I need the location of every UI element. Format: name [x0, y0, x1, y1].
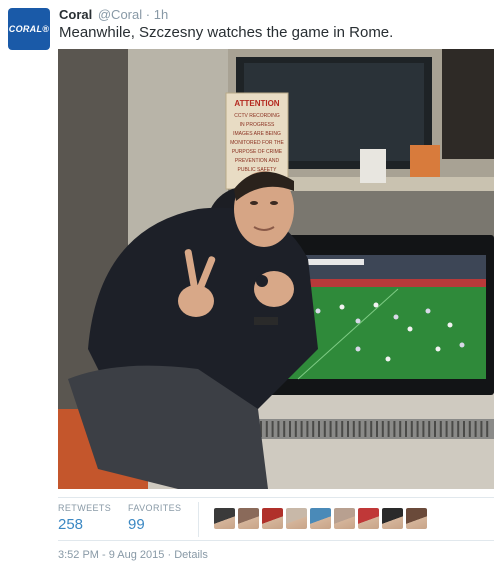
- vent-slat: [428, 421, 431, 437]
- ok-hand-ring: [256, 275, 268, 287]
- vent-slat: [445, 421, 448, 437]
- user-avatar-9[interactable]: [406, 508, 427, 529]
- vent-slat: [289, 421, 291, 437]
- vent-slat: [434, 421, 436, 437]
- favorites-stat[interactable]: FAVORITES 99: [128, 503, 181, 533]
- vent-slat: [451, 421, 454, 437]
- tv-player: [373, 302, 379, 308]
- vent-slat: [416, 421, 419, 437]
- tv-player: [339, 304, 345, 310]
- user-avatar-4[interactable]: [286, 508, 307, 529]
- tv-player: [355, 318, 361, 324]
- favorites-label: FAVORITES: [128, 503, 182, 513]
- retweets-label: RETWEETS: [58, 503, 112, 513]
- tv-player: [447, 322, 453, 328]
- tweet-card: CORAL® Coral @Coral · 1h Meanwhile, Szcz…: [0, 0, 500, 569]
- account-handle[interactable]: @Coral: [98, 7, 142, 22]
- person-eye-right: [270, 201, 278, 205]
- account-name[interactable]: Coral: [59, 7, 92, 22]
- tv-player: [385, 356, 391, 362]
- vent-slat: [358, 421, 361, 437]
- vent-slat: [294, 421, 297, 437]
- sign-line: CCTV RECORDING: [234, 113, 280, 119]
- vent-slat: [463, 421, 465, 437]
- tv-player: [435, 346, 441, 352]
- tv-player: [315, 308, 321, 314]
- user-avatar-8[interactable]: [382, 508, 403, 529]
- vent-slat: [393, 421, 396, 437]
- favoriter-avatars: [214, 508, 427, 529]
- tweet-header: Coral @Coral · 1h: [59, 7, 168, 22]
- vent-slat: [323, 421, 326, 437]
- person-eye-left: [250, 201, 258, 205]
- vent-slat: [341, 421, 344, 437]
- vent-slat: [300, 421, 303, 437]
- vent-slat: [312, 421, 315, 437]
- tweet-time[interactable]: 1h: [154, 7, 168, 22]
- avatar-logo-text: CORAL®: [8, 24, 50, 34]
- vent-slat: [335, 421, 338, 437]
- tweet-timestamp[interactable]: 3:52 PM - 9 Aug 2015: [58, 549, 164, 561]
- vent-slat: [474, 421, 477, 437]
- orange-object: [410, 145, 440, 177]
- vent-slat: [329, 421, 332, 437]
- sign-line: MONITORED FOR THE: [230, 140, 284, 146]
- user-avatar-2[interactable]: [238, 508, 259, 529]
- sign-line: IMAGES ARE BEING: [233, 131, 281, 137]
- account-avatar[interactable]: CORAL®: [8, 8, 50, 50]
- user-avatar-6[interactable]: [334, 508, 355, 529]
- footer-separator: ·: [167, 549, 172, 561]
- vent-slat: [480, 421, 483, 437]
- vent-slat: [399, 421, 402, 437]
- vent-slat: [486, 421, 489, 437]
- user-avatar-3[interactable]: [262, 508, 283, 529]
- vent-slat: [387, 421, 390, 437]
- vent-slat: [468, 421, 471, 437]
- vent-slat: [364, 421, 367, 437]
- retweets-count: 258: [58, 516, 84, 533]
- tv-player: [393, 314, 399, 320]
- shelf: [288, 177, 494, 191]
- retweets-stat[interactable]: RETWEETS 258: [58, 503, 111, 533]
- details-link[interactable]: Details: [174, 549, 208, 561]
- tv-player: [425, 308, 431, 314]
- vent-slat: [370, 421, 373, 437]
- photo-scene: ATTENTION CCTV RECORDING IN PROGRESS IMAGE…: [58, 49, 494, 489]
- vent-slat: [347, 421, 349, 437]
- dark-doorway: [442, 49, 494, 159]
- stats-divider: [198, 502, 199, 537]
- tv-player: [407, 326, 413, 332]
- sign-title: ATTENTION: [234, 99, 279, 108]
- vent-slat: [265, 421, 268, 437]
- vent-slat: [457, 421, 460, 437]
- user-avatar-5[interactable]: [310, 508, 331, 529]
- user-avatar-1[interactable]: [214, 508, 235, 529]
- vent-slat: [405, 421, 407, 437]
- favorites-count: 99: [128, 516, 145, 533]
- vent-slat: [277, 421, 280, 437]
- vent-slat: [306, 421, 309, 437]
- header-separator: ·: [145, 7, 151, 22]
- wristwatch: [254, 317, 278, 325]
- vent-slat: [271, 421, 274, 437]
- sign-line: IN PROGRESS: [240, 122, 275, 128]
- tweet-text: Meanwhile, Szczesny watches the game in …: [59, 24, 394, 41]
- vent-slat: [439, 421, 442, 437]
- vent-slat: [422, 421, 425, 437]
- tweet-footer: 3:52 PM - 9 Aug 2015 · Details: [58, 549, 208, 561]
- sign-line: PREVENTION AND: [235, 158, 280, 164]
- vent-slat: [410, 421, 413, 437]
- vent-slat: [283, 421, 286, 437]
- white-cup: [360, 149, 386, 183]
- tweet-photo[interactable]: ATTENTION CCTV RECORDING IN PROGRESS IMAGE…: [58, 49, 494, 489]
- vent-slat: [376, 421, 378, 437]
- vent-slat: [352, 421, 355, 437]
- user-avatar-7[interactable]: [358, 508, 379, 529]
- sign-line: PURPOSE OF CRIME: [232, 149, 283, 155]
- vent-slat: [318, 421, 320, 437]
- tv-player: [459, 342, 465, 348]
- engagement-stats: RETWEETS 258 FAVORITES 99: [58, 497, 494, 541]
- vent-slat: [381, 421, 384, 437]
- tv-player: [355, 346, 361, 352]
